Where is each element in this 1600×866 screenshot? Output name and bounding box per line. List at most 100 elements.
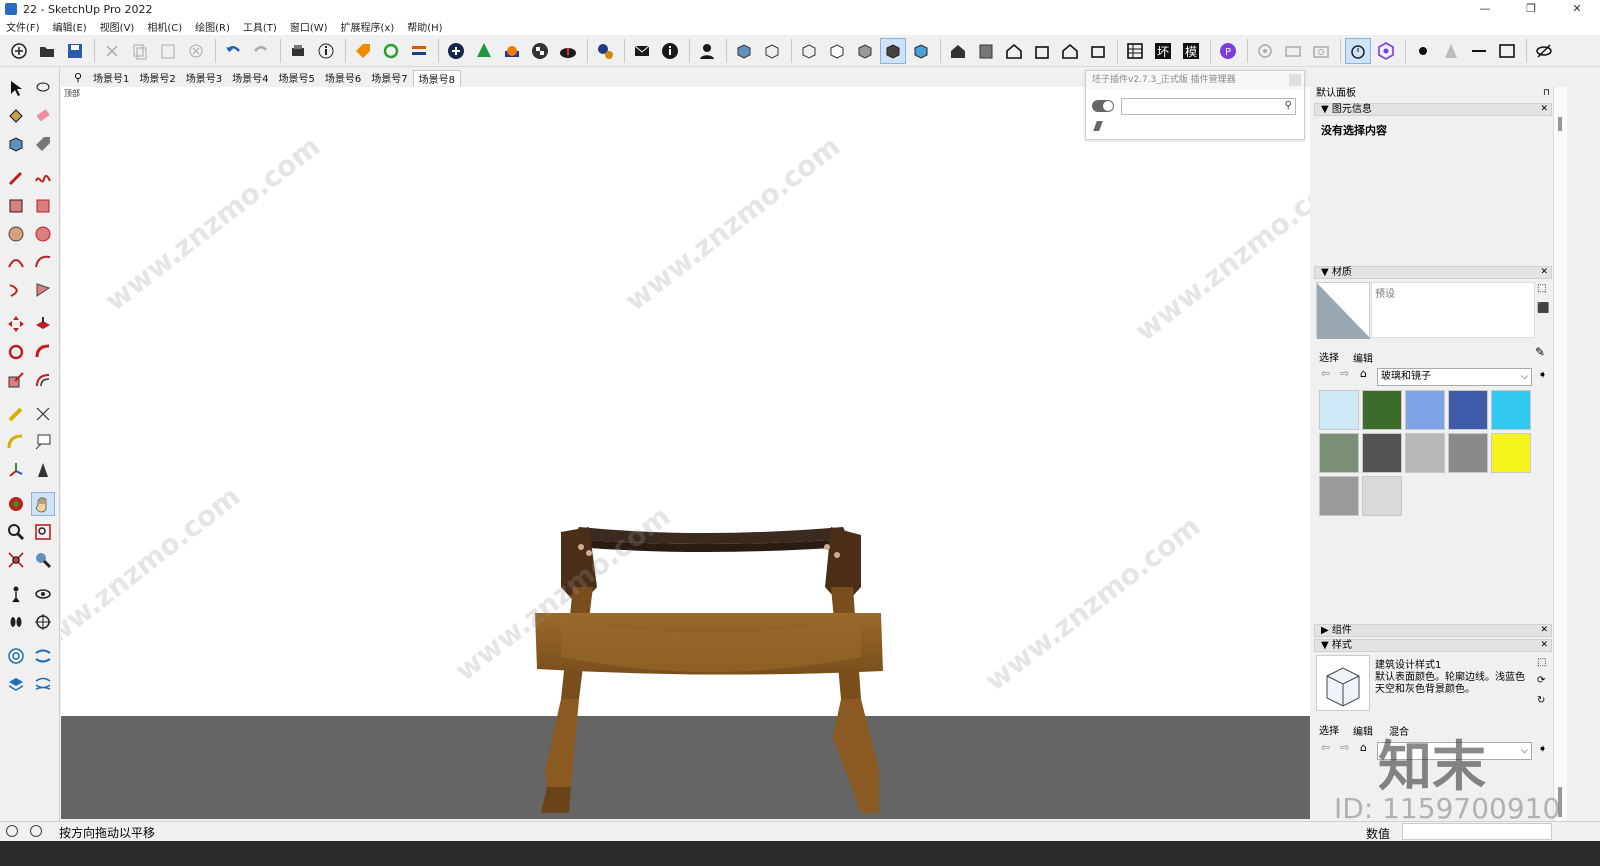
sandbox-scratch-tool[interactable]: [31, 644, 55, 668]
plugin-button-1[interactable]: [350, 38, 376, 64]
new-file-button[interactable]: [6, 38, 32, 64]
shaded-textures-button[interactable]: [880, 37, 906, 64]
look-around-tool[interactable]: [31, 582, 55, 606]
view-left-button[interactable]: [1057, 38, 1083, 64]
menu-window[interactable]: 窗口(W): [290, 19, 328, 34]
plugin-button-4[interactable]: [443, 38, 469, 64]
tray-pin-icon[interactable]: ⊓: [1543, 88, 1550, 98]
polygon-tool[interactable]: [31, 222, 55, 246]
plugin-settings-button[interactable]: [592, 38, 618, 64]
materials-tab-edit[interactable]: 编辑: [1353, 350, 1373, 365]
zoom-window-tool[interactable]: [31, 520, 55, 544]
two-point-arc-tool[interactable]: [31, 250, 55, 274]
move-tool[interactable]: [4, 312, 28, 336]
plugin-huai-button[interactable]: 坏: [1150, 38, 1176, 64]
zoom-tool[interactable]: [4, 520, 28, 544]
details-arrow-icon[interactable]: ➧: [1538, 742, 1547, 755]
refresh-icon[interactable]: ↻: [1537, 695, 1545, 706]
material-swatch[interactable]: [1319, 476, 1359, 516]
minimize-button[interactable]: —: [1462, 0, 1508, 18]
plugin-button-3[interactable]: [406, 38, 432, 64]
camera-photo-button[interactable]: [1308, 38, 1334, 64]
components-header[interactable]: ▶ 组件 ✕: [1314, 624, 1552, 637]
timer-button[interactable]: [1345, 37, 1371, 64]
measurements-input[interactable]: [1402, 823, 1552, 840]
protractor-tool[interactable]: [4, 430, 28, 454]
section-plane-tool[interactable]: [31, 610, 55, 634]
view-top-button[interactable]: [759, 38, 785, 64]
orbit-tool[interactable]: [4, 492, 28, 516]
copy-button[interactable]: [127, 38, 153, 64]
view-bottom-button[interactable]: [1085, 38, 1111, 64]
pin-icon[interactable]: [1093, 121, 1103, 131]
scene-tab-4[interactable]: 场景号4: [227, 70, 273, 85]
details-arrow-icon[interactable]: ➧: [1538, 368, 1547, 381]
close-icon[interactable]: ✕: [1540, 625, 1548, 636]
tray-scrollbar[interactable]: [1553, 87, 1567, 822]
text-tool[interactable]: [31, 430, 55, 454]
paint-bucket-tool[interactable]: [4, 104, 28, 128]
material-swatch[interactable]: [1448, 390, 1488, 430]
plugin-toggle[interactable]: [1092, 100, 1114, 112]
scene-tab-5[interactable]: 场景号5: [274, 70, 320, 85]
sandbox-contours-tool[interactable]: [4, 644, 28, 668]
cone-button[interactable]: [1438, 38, 1464, 64]
rectangle-button[interactable]: [1494, 38, 1520, 64]
rotate-tool[interactable]: [4, 340, 28, 364]
tag-tool[interactable]: [31, 132, 55, 156]
lasso-tool[interactable]: [31, 76, 55, 100]
push-pull-tool[interactable]: [31, 312, 55, 336]
material-swatch[interactable]: [1319, 433, 1359, 473]
undo-button[interactable]: [220, 38, 246, 64]
sandbox-smoove-tool[interactable]: [4, 672, 28, 696]
material-paint-icon[interactable]: ⬛: [1537, 303, 1549, 314]
view-back-button[interactable]: [1029, 38, 1055, 64]
pie-tool[interactable]: [31, 278, 55, 302]
close-icon[interactable]: ✕: [1540, 267, 1548, 278]
view-right-button[interactable]: [973, 38, 999, 64]
material-swatch[interactable]: [1319, 390, 1359, 430]
scrollbar-thumb[interactable]: [1558, 117, 1562, 131]
maximize-button[interactable]: ❐: [1508, 0, 1554, 18]
home-icon[interactable]: ⌂: [1360, 741, 1367, 754]
gear-plugin-button[interactable]: [1373, 38, 1399, 64]
create-material-icon[interactable]: ⬚: [1537, 283, 1546, 294]
home-icon[interactable]: ⌂: [1360, 367, 1367, 380]
update-style-icon[interactable]: ⟳: [1537, 675, 1545, 686]
xray-button[interactable]: [796, 38, 822, 64]
scene-tab-6[interactable]: 场景号6: [320, 70, 366, 85]
circle-tool[interactable]: [4, 222, 28, 246]
redo-button[interactable]: [248, 38, 274, 64]
forward-arrow-icon[interactable]: ⇨: [1340, 367, 1349, 380]
styles-header[interactable]: ▼ 样式 ✕: [1314, 639, 1552, 652]
pan-tool[interactable]: [31, 492, 55, 516]
material-swatch[interactable]: [1491, 433, 1531, 473]
create-style-icon[interactable]: ⬚: [1537, 657, 1546, 668]
model-info-button[interactable]: [313, 38, 339, 64]
dimension-tool[interactable]: [31, 402, 55, 426]
rectangle-tool[interactable]: [4, 194, 28, 218]
close-icon[interactable]: ✕: [1540, 640, 1548, 651]
material-swatch[interactable]: [1362, 476, 1402, 516]
offset-tool[interactable]: [31, 368, 55, 392]
close-button[interactable]: ✕: [1554, 0, 1600, 18]
material-library-select[interactable]: 玻璃和镜子 ⌵: [1377, 368, 1532, 386]
paste-button[interactable]: [155, 38, 181, 64]
plugin-mo-button[interactable]: 模: [1178, 38, 1204, 64]
scale-tool[interactable]: [4, 368, 28, 392]
eyedropper-icon[interactable]: ✎: [1535, 345, 1545, 359]
shaded-button[interactable]: [852, 38, 878, 64]
eraser-tool[interactable]: [31, 104, 55, 128]
plugin-button-6[interactable]: [499, 38, 525, 64]
component-tool[interactable]: [4, 132, 28, 156]
follow-me-tool[interactable]: [31, 340, 55, 364]
styles-tab-select[interactable]: 选择: [1319, 722, 1339, 737]
cut-button[interactable]: [99, 38, 125, 64]
plugin-search-input[interactable]: ⚲: [1121, 98, 1296, 115]
scene-tab-8[interactable]: 场景号8: [412, 69, 461, 86]
menu-draw[interactable]: 绘图(R): [195, 19, 230, 34]
camera-video-button[interactable]: [1280, 38, 1306, 64]
plugin-close-button[interactable]: [1289, 74, 1301, 86]
arc-tool[interactable]: [4, 250, 28, 274]
open-button[interactable]: [34, 38, 60, 64]
